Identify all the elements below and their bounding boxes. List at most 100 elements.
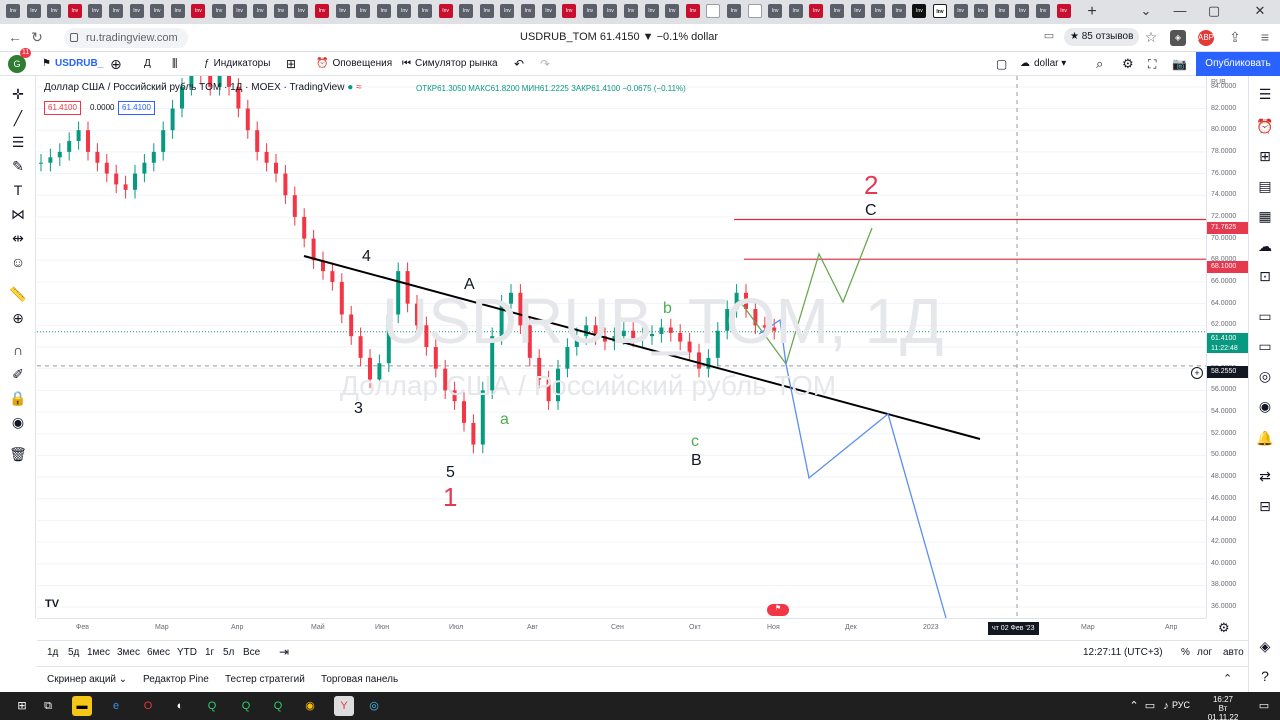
range-button[interactable]: 5л [223,647,234,658]
browser-tab[interactable]: Inv [871,4,886,18]
range-button[interactable]: 1мес [87,647,110,658]
axis-settings-icon[interactable]: ⚙ [1218,620,1230,636]
auto-toggle[interactable]: авто [1223,647,1244,658]
brush-icon[interactable]: ✎ [8,156,28,176]
quik-icon-2[interactable]: Q [236,696,256,716]
hotlist-icon[interactable]: ▤ [1255,176,1275,196]
trash-icon[interactable]: 🗑 [8,444,28,464]
browser-tab[interactable]: Inv [562,4,577,18]
reviews-button[interactable]: ★ 85 отзывов [1064,28,1140,46]
browser-tab[interactable]: Inv [150,4,165,18]
browser-tab[interactable]: Inv [953,4,968,18]
log-toggle[interactable]: лог [1197,647,1212,658]
chat-panel-icon[interactable]: ▭ [1255,306,1275,326]
browser-tab[interactable]: Inv [376,4,391,18]
lightbulb-icon[interactable]: ◎ [1255,366,1275,386]
layers-icon[interactable]: ◈ [1255,636,1275,656]
browser-tab[interactable]: Inv [335,4,350,18]
browser-tab[interactable]: Inv [356,4,371,18]
bottom-tab[interactable]: Редактор Pine [143,674,209,685]
publish-button[interactable]: Опубликовать [1196,52,1280,76]
browser-tab[interactable]: Inv [768,4,783,18]
alerts-panel-icon[interactable]: ⏰ [1255,116,1275,136]
fib-icon[interactable]: ☰ [8,132,28,152]
app-icon[interactable]: ◐ [170,696,190,716]
browser-tab[interactable]: Inv [603,4,618,18]
opera-icon[interactable]: O [138,696,158,716]
browser-tab[interactable]: Inv [974,4,989,18]
templates-icon[interactable]: ⊞ [286,52,296,76]
browser-tab[interactable]: Inv [685,4,700,18]
action-center-icon[interactable]: ▭ [1254,696,1274,716]
quik-icon-3[interactable]: Q [268,696,288,716]
browser-tab[interactable]: Inv [747,4,762,18]
bottom-tab[interactable]: Тестер стратегий [225,674,305,685]
compare-add-icon[interactable]: ⊕ [110,52,122,76]
browser-tab[interactable]: Inv [582,4,597,18]
browser-tab[interactable]: Inv [109,4,123,18]
terminal-icon[interactable]: ◎ [364,696,384,716]
trading-icon[interactable]: ⇄ [1255,466,1275,486]
goto-date-icon[interactable]: ⇥ [279,645,289,659]
crosshair-icon[interactable]: ✛ [8,84,28,104]
browser-tab[interactable]: Inv [788,4,803,18]
chart-pane[interactable]: USDRUB_TOM, 1Д Доллар США / Российский р… [37,76,1206,618]
browser-tab[interactable]: Inv [644,4,659,18]
pattern-icon[interactable]: ⋈ [8,204,28,224]
dom-icon[interactable]: ⊟ [1255,496,1275,516]
browser-tab[interactable]: Inv [521,4,535,18]
maximize-panel-icon[interactable]: ⌃ [1223,672,1232,685]
bottom-tab[interactable]: Скринер акций ⌄ [47,674,127,685]
news-icon[interactable]: ⊡ [1255,266,1275,286]
task-view-icon[interactable]: ⧉ [38,696,58,716]
clock[interactable]: 16:27 Вт 01.11.22 [1206,695,1240,722]
browser-tab[interactable]: Inv [624,4,638,18]
tab-search-icon[interactable]: ⌄ [1136,3,1156,19]
undo-icon[interactable]: ↶ [514,52,524,76]
browser-tab[interactable]: Inv [891,4,906,18]
menu-icon[interactable]: ≡ [1256,29,1274,45]
browser-tab[interactable]: Inv [1056,4,1071,18]
chrome-icon[interactable]: ◉ [300,696,320,716]
tradingview-logo[interactable]: TV [45,598,59,610]
watchlist-icon[interactable]: ☰ [1255,84,1275,104]
extension-icon[interactable]: ◈ [1170,30,1186,46]
close-window-icon[interactable]: ✕ [1250,3,1270,19]
reload-icon[interactable]: ↻ [28,29,46,46]
unit-dropdown[interactable]: ☁ dollar ▾ [1020,52,1066,76]
new-tab-button[interactable]: + [1082,3,1102,21]
share-icon[interactable]: ⇪ [1226,29,1244,46]
alerts-button[interactable]: ⏰ Оповещения [316,52,392,76]
windows-start-icon[interactable]: ⊞ [12,696,32,716]
browser-tab[interactable]: Inv [273,4,288,18]
browser-tab[interactable]: Inv [6,4,20,18]
browser-tab[interactable]: Inv [1036,4,1050,18]
browser-tab[interactable]: Inv [500,4,515,18]
interval-button[interactable]: Д [144,52,151,76]
notifications-icon[interactable]: ▭ [1255,336,1275,356]
ruler-icon[interactable]: 📏 [8,284,28,304]
yandex-icon[interactable]: Y [334,696,354,716]
bell-icon[interactable]: 🔔 [1255,428,1275,448]
eye-icon[interactable]: ◉ [8,412,28,432]
fullscreen-icon[interactable]: ⛶ [1148,52,1156,76]
range-button[interactable]: 1д [47,647,58,658]
quik-icon-1[interactable]: Q [202,696,222,716]
browser-tab[interactable]: Inv [541,4,556,18]
buy-price[interactable]: 61.4100 [118,101,155,115]
redo-icon[interactable]: ↷ [540,52,550,76]
browser-tab[interactable]: Inv [26,4,41,18]
browser-tab[interactable]: Inv [315,4,329,18]
chart-type-candles-icon[interactable]: ⫴ [172,52,177,76]
calendar-icon[interactable]: ▦ [1255,206,1275,226]
minimize-icon[interactable]: — [1170,3,1190,18]
indicators-button[interactable]: ƒ Индикаторы [204,52,270,76]
browser-tab[interactable]: Inv [294,4,309,18]
range-button[interactable]: YTD [177,647,197,658]
zoom-icon[interactable]: ⊕ [8,308,28,328]
lock-icon[interactable]: 🔒 [8,388,28,408]
back-icon[interactable]: ← [6,29,24,45]
time-axis[interactable]: Фев Мар Апр Май Июн Июл Авг Сен Окт Ноя Дек 2023 Мар… [37,618,1206,638]
browser-tab[interactable]: Inv [459,4,474,18]
price-axis[interactable]: RUB 84.0000 82.0000 80.0000 78.0000 76.0000 7… [1206,76,1249,618]
